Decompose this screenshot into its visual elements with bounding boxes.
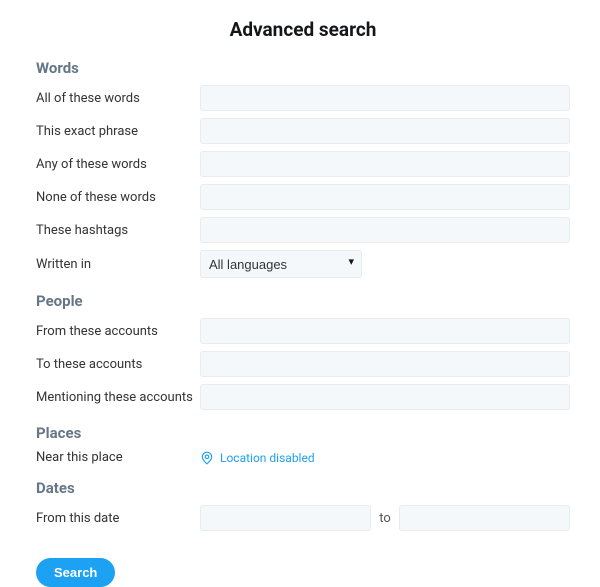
label-to-accounts: To these accounts <box>36 357 200 372</box>
label-written-in: Written in <box>36 257 200 272</box>
input-any-words[interactable] <box>200 151 570 177</box>
input-exact-phrase[interactable] <box>200 118 570 144</box>
section-heading-people: People <box>36 292 570 310</box>
location-pin-icon <box>200 451 214 465</box>
input-all-words[interactable] <box>200 85 570 111</box>
date-separator: to <box>379 511 391 526</box>
label-hashtags: These hashtags <box>36 223 200 238</box>
label-near-place: Near this place <box>36 450 200 465</box>
label-mentioning-accounts: Mentioning these accounts <box>36 390 200 405</box>
search-button[interactable]: Search <box>36 558 115 587</box>
location-status[interactable]: Location disabled <box>200 451 570 465</box>
section-heading-words: Words <box>36 59 570 77</box>
page-title: Advanced search <box>36 18 570 41</box>
input-from-accounts[interactable] <box>200 318 570 344</box>
label-from-date: From this date <box>36 511 200 526</box>
input-date-from[interactable] <box>200 505 371 531</box>
location-status-text: Location disabled <box>220 451 315 465</box>
input-hashtags[interactable] <box>200 217 570 243</box>
input-mentioning-accounts[interactable] <box>200 384 570 410</box>
input-date-to[interactable] <box>399 505 570 531</box>
section-heading-dates: Dates <box>36 479 570 497</box>
label-from-accounts: From these accounts <box>36 324 200 339</box>
label-any-words: Any of these words <box>36 157 200 172</box>
input-none-words[interactable] <box>200 184 570 210</box>
label-none-words: None of these words <box>36 190 200 205</box>
input-to-accounts[interactable] <box>200 351 570 377</box>
label-all-words: All of these words <box>36 91 200 106</box>
label-exact-phrase: This exact phrase <box>36 124 200 139</box>
select-language[interactable]: All languages <box>200 250 362 278</box>
section-heading-places: Places <box>36 424 570 442</box>
